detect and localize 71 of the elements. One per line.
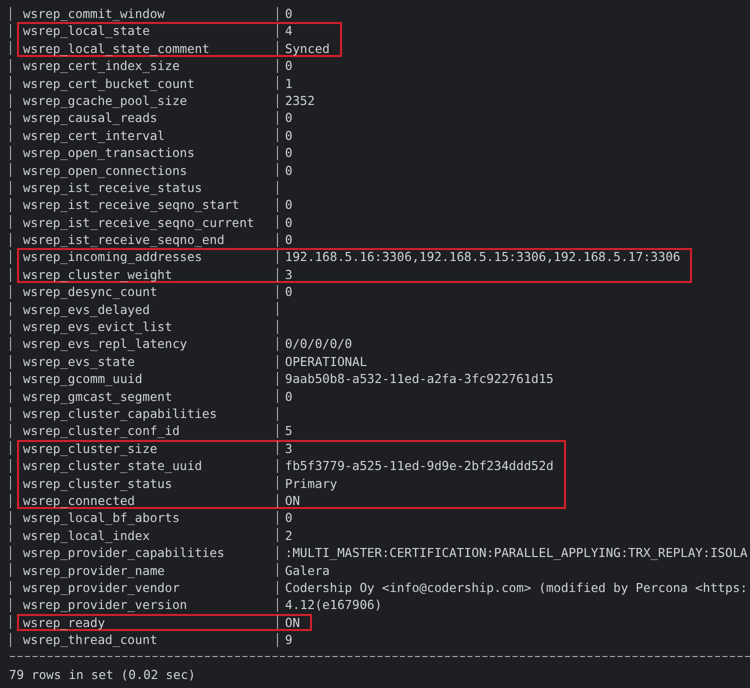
variable-name: wsrep_local_index bbox=[22, 526, 151, 544]
variable-name: wsrep_cluster_conf_id bbox=[22, 422, 181, 440]
variable-name: wsrep_cluster_capabilities bbox=[22, 404, 218, 422]
variable-name: wsrep_open_connections bbox=[22, 162, 188, 179]
variable-name: wsrep_provider_vendor bbox=[22, 578, 181, 596]
variable-name: wsrep_evs_repl_latency bbox=[22, 335, 188, 353]
variable-name: wsrep_ist_receive_seqno_start bbox=[22, 196, 240, 214]
variable-value: OPERATIONAL bbox=[285, 352, 368, 370]
variable-value: 0 bbox=[285, 5, 292, 22]
variable-name: wsrep_cert_bucket_count bbox=[22, 74, 196, 92]
variable-value: 0 bbox=[285, 509, 292, 527]
variable-value: 0 bbox=[285, 231, 292, 248]
variable-name: wsrep_causal_reads bbox=[22, 109, 158, 127]
variable-name: wsrep_evs_evict_list bbox=[22, 318, 174, 336]
variable-value: Primary bbox=[285, 474, 338, 492]
variable-value: 4 bbox=[285, 22, 292, 40]
variable-name: wsrep_ist_receive_seqno_current bbox=[22, 214, 256, 232]
variable-name: wsrep_provider_capabilities bbox=[22, 544, 226, 562]
variable-name: wsrep_local_state_comment bbox=[22, 40, 210, 58]
variable-name: wsrep_connected bbox=[22, 492, 136, 510]
variable-value: 1 bbox=[285, 74, 292, 92]
variable-value: fb5f3779-a525-11ed-9d9e-2bf234ddd52d bbox=[285, 457, 554, 475]
variable-name: wsrep_incoming_addresses bbox=[22, 248, 204, 266]
variable-name: wsrep_gcache_pool_size bbox=[22, 92, 188, 110]
variable-value: 2 bbox=[285, 526, 292, 544]
variable-value: Synced bbox=[285, 40, 330, 58]
variable-name: wsrep_ist_receive_seqno_end bbox=[22, 231, 226, 248]
variable-name: wsrep_cluster_weight bbox=[22, 266, 174, 284]
variable-value: Galera bbox=[285, 562, 330, 579]
variable-name: wsrep_thread_count bbox=[22, 631, 158, 648]
variable-value: 5 bbox=[285, 422, 292, 440]
variable-value: 0 bbox=[285, 57, 292, 75]
variable-name: wsrep_provider_name bbox=[22, 562, 166, 579]
variable-name: wsrep_commit_window bbox=[22, 5, 166, 22]
variable-name: wsrep_ist_receive_status bbox=[22, 178, 204, 196]
variable-name: wsrep_cluster_status bbox=[22, 474, 174, 492]
variable-value: ON bbox=[285, 614, 300, 632]
variable-value: 0 bbox=[285, 283, 292, 301]
variable-name: wsrep_local_bf_aborts bbox=[22, 509, 181, 527]
variable-value: 3 bbox=[285, 440, 292, 458]
variable-value: 2352 bbox=[285, 92, 315, 110]
variable-value: 0/0/0/0/0 bbox=[285, 335, 352, 353]
variable-value: 9 bbox=[285, 631, 292, 648]
variable-value: ON bbox=[285, 492, 300, 510]
result-summary: 79 rows in set (0.02 sec) bbox=[9, 666, 196, 684]
variable-value: 0 bbox=[285, 162, 292, 179]
variable-value: 0 bbox=[285, 214, 292, 232]
variable-name: wsrep_gmcast_segment bbox=[22, 388, 174, 405]
variable-name: wsrep_provider_version bbox=[22, 596, 188, 614]
variable-value: 0 bbox=[285, 109, 292, 127]
variable-name: wsrep_desync_count bbox=[22, 283, 158, 301]
variable-value: 3 bbox=[285, 266, 292, 284]
variable-name: wsrep_ready bbox=[22, 614, 106, 632]
variable-name: wsrep_gcomm_uuid bbox=[22, 370, 144, 388]
variable-value: :MULTI_MASTER:CERTIFICATION:PARALLEL_APPLYING:TRX_REPLAY:ISOLA bbox=[285, 544, 748, 562]
variable-value: 0 bbox=[285, 388, 292, 405]
variable-value: 0 bbox=[285, 126, 292, 144]
variable-value: 0 bbox=[285, 144, 292, 162]
variable-value: 0 bbox=[285, 196, 292, 214]
variable-value: 4.12(e167906) bbox=[285, 596, 382, 614]
variable-name: wsrep_evs_delayed bbox=[22, 300, 151, 318]
variable-name: wsrep_cluster_size bbox=[22, 440, 158, 458]
variable-value: 192.168.5.16:3306,192.168.5.15:3306,192.168.5.17:3306 bbox=[285, 248, 680, 266]
variable-value: 9aab50b8-a532-11ed-a2fa-3fc922761d15 bbox=[285, 370, 554, 388]
variable-name: wsrep_cluster_state_uuid bbox=[22, 457, 204, 475]
variable-name: wsrep_evs_state bbox=[22, 352, 136, 370]
variable-name: wsrep_local_state bbox=[22, 22, 151, 40]
variable-name: wsrep_cert_index_size bbox=[22, 57, 181, 75]
variable-name: wsrep_open_transactions bbox=[22, 144, 196, 162]
variable-value: Codership Oy <info@codership.com> (modified by Percona <https: bbox=[285, 578, 748, 596]
variable-name: wsrep_cert_interval bbox=[22, 126, 166, 144]
